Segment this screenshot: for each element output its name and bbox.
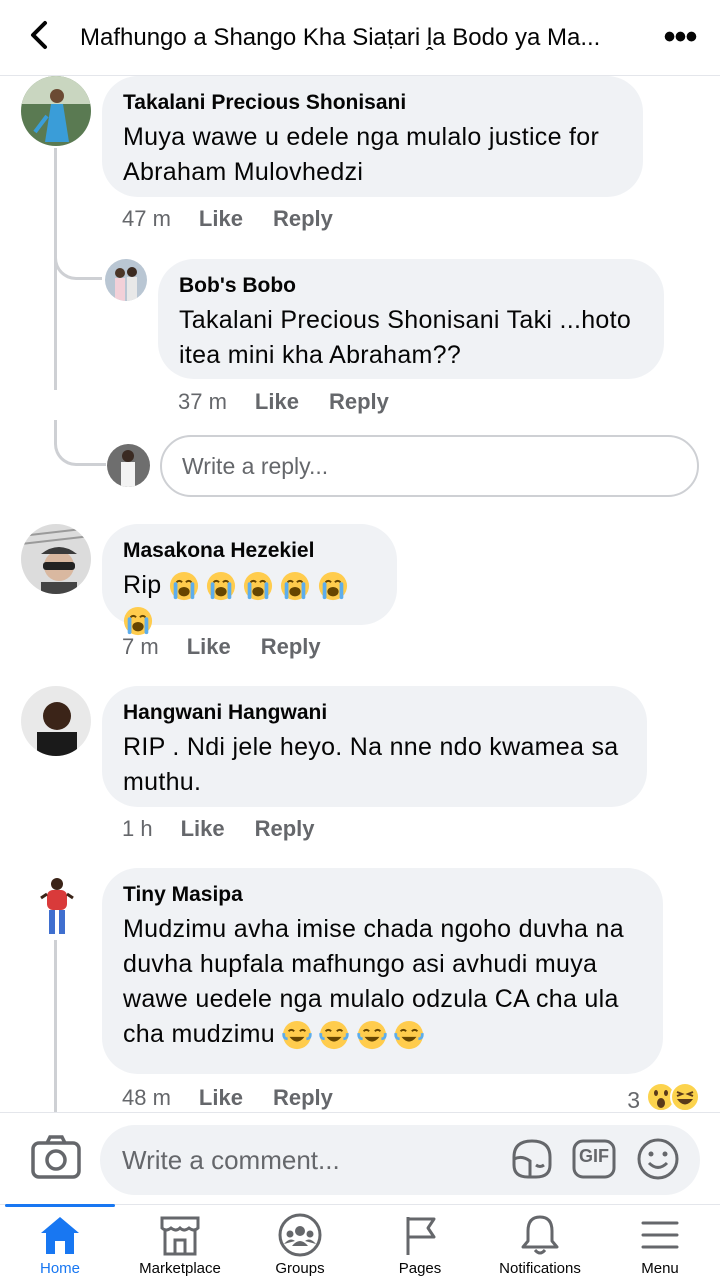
avatar[interactable] [21,524,91,594]
comment-actions: 7 m Like Reply [122,634,351,660]
nav-notifications[interactable]: Notifications [480,1205,600,1280]
bottom-navigation: Home Marketplace Groups Pages Notificati… [0,1204,720,1280]
avatar[interactable] [21,76,91,146]
more-options-button[interactable]: ••• [640,0,720,76]
reply-button[interactable]: Reply [273,1085,333,1111]
comment-text: RIP . Ndi jele heyo. Na nne ndo kwamea s… [123,733,619,796]
reply-time[interactable]: 37 m [178,389,227,415]
reply-button[interactable]: Reply [329,389,389,415]
reply-author[interactable]: Bob's Bobo [179,273,642,299]
nav-groups[interactable]: Groups [240,1205,360,1280]
comment-author[interactable]: Tiny Masipa [123,882,641,908]
comment-time[interactable]: 48 m [122,1085,171,1111]
avatar[interactable] [105,259,147,301]
nav-menu[interactable]: Menu [600,1205,720,1280]
reply-button[interactable]: Reply [255,816,315,842]
sticker-icon[interactable] [508,1135,556,1183]
thread-elbow [54,420,106,466]
comment-author[interactable]: Masakona Hezekiel [123,538,375,564]
avatar[interactable] [21,686,91,756]
loudly-crying-face-emoji [318,571,348,601]
reply-bubble: Bob's Bobo Takalani Precious Shonisani T… [158,259,664,379]
like-button[interactable]: Like [255,389,299,415]
comment-text: Muya wawe u edele nga mulalo justice for… [123,123,600,186]
page-title: Mafhungo a Shango Kha Siaṭari ḽa Bodo ya… [80,23,601,51]
flag-icon [397,1213,443,1257]
avatar[interactable] [21,868,91,938]
nav-pages[interactable]: Pages [360,1205,480,1280]
comment-actions: 48 m Like Reply [122,1085,363,1111]
comment-text: Mudzimu avha imise chada ngoho duvha na … [123,912,641,1052]
face-with-tears-of-joy-emoji [394,1020,424,1050]
bell-icon [517,1213,563,1257]
comment-bubble: Tiny Masipa Mudzimu avha imise chada ngo… [102,868,663,1074]
reply-input-placeholder: Write a reply... [182,452,329,479]
comment-time[interactable]: 47 m [122,206,171,232]
like-button[interactable]: Like [199,206,243,232]
face-with-tears-of-joy-emoji [282,1020,312,1050]
reply-text: Takalani Precious Shonisani Taki ...hoto… [179,306,632,369]
loudly-crying-face-emoji [280,571,310,601]
reply-actions: 37 m Like Reply [178,389,419,415]
comment-composer: Write a comment... GIF [0,1112,720,1204]
camera-button[interactable] [30,1133,82,1183]
smiley-icon[interactable] [634,1135,682,1183]
thread-line [54,940,57,1112]
comment-bubble: Takalani Precious Shonisani Muya wawe u … [102,76,643,197]
loudly-crying-face-emoji [169,571,199,601]
nav-home[interactable]: Home [0,1204,120,1280]
comment-bubble: Masakona Hezekiel Rip [102,524,397,625]
hamburger-icon [637,1213,683,1257]
gif-label: GIF [579,1146,609,1166]
face-with-tears-of-joy-emoji [319,1020,349,1050]
marketplace-icon [157,1213,203,1257]
like-button[interactable]: Like [199,1085,243,1111]
comment-actions: 1 h Like Reply [122,816,345,842]
comment-author[interactable]: Hangwani Hangwani [123,700,625,726]
nav-marketplace[interactable]: Marketplace [120,1205,240,1280]
back-button[interactable] [0,0,80,76]
gif-button[interactable]: GIF [570,1135,618,1183]
comment-input-placeholder: Write a comment... [122,1145,340,1175]
loudly-crying-face-emoji [243,571,273,601]
comment-actions: 47 m Like Reply [122,206,363,232]
home-icon [37,1213,83,1257]
comment-author[interactable]: Takalani Precious Shonisani [123,90,621,116]
current-user-avatar [107,444,150,487]
comment-bubble: Hangwani Hangwani RIP . Ndi jele heyo. N… [102,686,647,807]
chevron-left-icon [27,19,53,56]
reaction-count: 3 [627,1086,640,1113]
emoji-row [282,1020,424,1048]
groups-icon [277,1213,323,1257]
loudly-crying-face-emoji [123,606,153,636]
reply-button[interactable]: Reply [261,634,321,660]
camera-icon [30,1135,82,1187]
comment-time[interactable]: 1 h [122,816,153,842]
loudly-crying-face-emoji [206,571,236,601]
comment-text: Rip [123,568,375,638]
like-button[interactable]: Like [187,634,231,660]
header-bar: Mafhungo a Shango Kha Siaṭari ḽa Bodo ya… [0,0,720,76]
comment-time[interactable]: 7 m [122,634,159,660]
thread-elbow [54,240,102,280]
reply-input[interactable]: Write a reply... [160,435,699,497]
face-with-tears-of-joy-emoji [357,1020,387,1050]
reply-button[interactable]: Reply [273,206,333,232]
like-button[interactable]: Like [181,816,225,842]
comment-input[interactable]: Write a comment... GIF [100,1125,700,1195]
